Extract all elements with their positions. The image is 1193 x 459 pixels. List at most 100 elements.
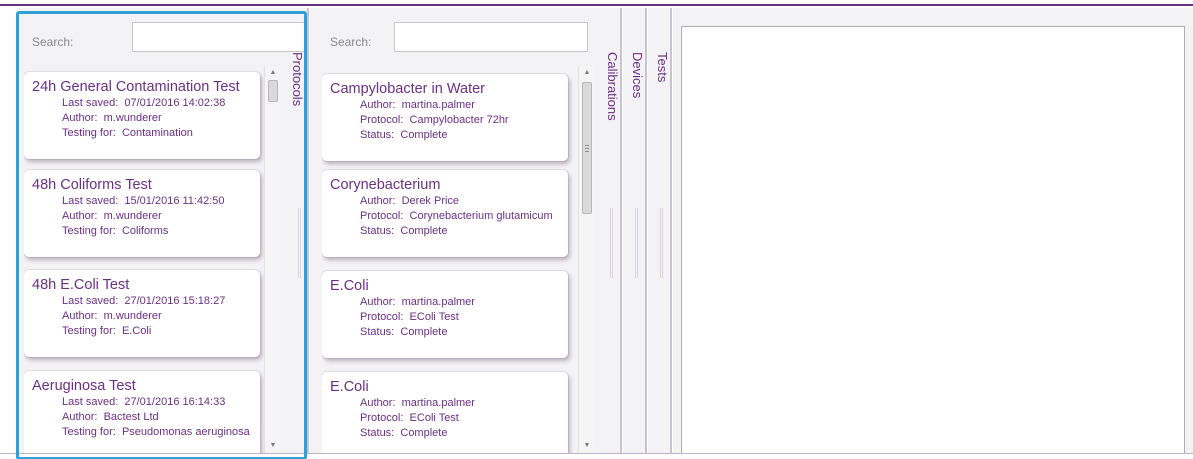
testing-for-label: Testing for: bbox=[62, 127, 116, 139]
calibration-card[interactable]: Campylobacter in Water Author: martina.p… bbox=[322, 74, 568, 161]
calibrations-search-row: Search: bbox=[310, 8, 620, 60]
protocol-label: Protocol: bbox=[360, 311, 404, 323]
protocol-value: EColi Test bbox=[409, 311, 459, 323]
testing-for-value: E.Coli bbox=[121, 325, 152, 337]
status-label: Status: bbox=[360, 326, 395, 338]
tests-splitter-grip[interactable] bbox=[660, 208, 663, 278]
protocol-value: EColi Test bbox=[409, 412, 459, 424]
testing-for-label: Testing for: bbox=[62, 225, 116, 237]
calibration-title: E.Coli bbox=[330, 379, 369, 395]
last-saved-label: Last saved: bbox=[62, 195, 119, 207]
protocols-scroll-thumb[interactable] bbox=[268, 80, 278, 102]
scroll-up-icon[interactable]: ▲ bbox=[579, 66, 595, 80]
protocol-author: Author: m.wunderer bbox=[62, 209, 254, 224]
protocol-card[interactable]: 48h E.Coli Test Last saved: 27/01/2016 1… bbox=[24, 270, 260, 357]
calibration-title: Campylobacter in Water bbox=[330, 81, 485, 97]
calibrations-search-input[interactable] bbox=[394, 22, 588, 52]
tab-tests[interactable]: Tests bbox=[648, 52, 670, 82]
protocol-label: Protocol: bbox=[360, 210, 404, 222]
status-label: Status: bbox=[360, 129, 395, 141]
protocol-last-saved: Last saved: 15/01/2016 11:42:50 bbox=[62, 194, 254, 209]
protocols-panel: Search: 24h General Contamination Test L… bbox=[18, 8, 306, 453]
calibration-card[interactable]: E.Coli Author: martina.palmer Protocol: … bbox=[322, 271, 568, 358]
protocols-list: 24h General Contamination Test Last save… bbox=[24, 66, 264, 453]
scroll-down-icon[interactable]: ▼ bbox=[579, 439, 595, 453]
status-value: Complete bbox=[400, 225, 448, 237]
devices-splitter-grip[interactable] bbox=[635, 208, 638, 278]
status-value: Complete bbox=[400, 427, 448, 439]
calibration-status: Status: Complete bbox=[360, 224, 562, 239]
protocol-title: 24h General Contamination Test bbox=[32, 79, 240, 95]
calibrations-scroll-thumb[interactable] bbox=[582, 82, 592, 214]
author-value: m.wunderer bbox=[103, 210, 162, 222]
protocol-testing-for: Testing for: E.Coli bbox=[62, 324, 254, 339]
author-label: Author: bbox=[62, 310, 98, 322]
testing-for-value: Pseudomonas aeruginosa bbox=[121, 426, 250, 438]
calibration-author: Author: martina.palmer bbox=[360, 396, 562, 411]
testing-for-value: Coliforms bbox=[121, 225, 169, 237]
top-border bbox=[0, 0, 1193, 6]
calibration-card[interactable]: E.Coli Author: martina.palmer Protocol: … bbox=[322, 372, 568, 453]
protocols-scrollbar[interactable]: ▲ ▼ bbox=[264, 66, 280, 453]
calibration-author: Author: martina.palmer bbox=[360, 98, 562, 113]
protocol-title: Aeruginosa Test bbox=[32, 378, 136, 394]
status-value: Complete bbox=[400, 326, 448, 338]
protocols-splitter-grip[interactable] bbox=[298, 208, 301, 278]
main-content-area[interactable] bbox=[681, 26, 1185, 459]
protocol-label: Protocol: bbox=[360, 412, 404, 424]
panel-divider[interactable] bbox=[307, 8, 309, 453]
testing-for-label: Testing for: bbox=[62, 426, 116, 438]
panel-divider[interactable] bbox=[645, 8, 647, 453]
protocols-search-input[interactable] bbox=[132, 22, 306, 52]
protocol-value: Campylobacter 72hr bbox=[409, 114, 509, 126]
calibrations-splitter-grip[interactable] bbox=[610, 208, 613, 278]
thumb-grip-line bbox=[585, 148, 589, 149]
testing-for-label: Testing for: bbox=[62, 325, 116, 337]
author-value: martina.palmer bbox=[401, 296, 475, 308]
protocol-testing-for: Testing for: Pseudomonas aeruginosa bbox=[62, 425, 254, 440]
author-label: Author: bbox=[62, 210, 98, 222]
last-saved-value: 27/01/2016 16:14:33 bbox=[124, 396, 226, 408]
panel-divider[interactable] bbox=[670, 8, 672, 453]
status-label: Status: bbox=[360, 225, 395, 237]
protocol-testing-for: Testing for: Contamination bbox=[62, 126, 254, 141]
protocol-title: 48h Coliforms Test bbox=[32, 177, 152, 193]
protocol-card[interactable]: Aeruginosa Test Last saved: 27/01/2016 1… bbox=[24, 371, 260, 453]
calibrations-scrollbar[interactable]: ▲ ▼ bbox=[578, 66, 594, 453]
panel-divider[interactable] bbox=[620, 8, 622, 453]
calibration-status: Status: Complete bbox=[360, 128, 562, 143]
calibrations-list: Campylobacter in Water Author: martina.p… bbox=[322, 66, 576, 453]
tab-devices[interactable]: Devices bbox=[623, 52, 645, 98]
protocol-testing-for: Testing for: Coliforms bbox=[62, 224, 254, 239]
author-label: Author: bbox=[360, 296, 396, 308]
devices-panel: Devices bbox=[623, 8, 645, 453]
protocol-card[interactable]: 48h Coliforms Test Last saved: 15/01/201… bbox=[24, 170, 260, 257]
protocol-author: Author: m.wunderer bbox=[62, 309, 254, 324]
scroll-down-icon[interactable]: ▼ bbox=[265, 439, 281, 453]
calibration-title: E.Coli bbox=[330, 278, 369, 294]
author-label: Author: bbox=[360, 397, 396, 409]
last-saved-value: 27/01/2016 15:18:27 bbox=[124, 295, 226, 307]
author-label: Author: bbox=[62, 112, 98, 124]
author-value: m.wunderer bbox=[103, 310, 162, 322]
tab-protocols[interactable]: Protocols bbox=[283, 52, 305, 106]
last-saved-value: 07/01/2016 14:02:38 bbox=[124, 97, 226, 109]
last-saved-label: Last saved: bbox=[62, 396, 119, 408]
author-label: Author: bbox=[360, 195, 396, 207]
calibration-protocol: Protocol: EColi Test bbox=[360, 310, 562, 325]
tab-calibrations[interactable]: Calibrations bbox=[598, 52, 620, 121]
last-saved-label: Last saved: bbox=[62, 295, 119, 307]
tests-panel: Tests bbox=[648, 8, 670, 453]
calibrations-panel: Search: Campylobacter in Water Author: m… bbox=[310, 8, 620, 453]
protocol-label: Protocol: bbox=[360, 114, 404, 126]
protocol-card[interactable]: 24h General Contamination Test Last save… bbox=[24, 72, 260, 159]
author-value: martina.palmer bbox=[401, 99, 475, 111]
protocol-author: Author: Bactest Ltd bbox=[62, 410, 254, 425]
calibration-card[interactable]: Corynebacterium Author: Derek Price Prot… bbox=[322, 170, 568, 257]
scroll-up-icon[interactable]: ▲ bbox=[265, 66, 281, 80]
thumb-grip-line bbox=[585, 145, 589, 146]
protocols-search-label: Search: bbox=[32, 35, 74, 49]
thumb-grip-line bbox=[585, 151, 589, 152]
protocol-value: Corynebacterium glutamicum bbox=[409, 210, 553, 222]
calibration-title: Corynebacterium bbox=[330, 177, 441, 193]
